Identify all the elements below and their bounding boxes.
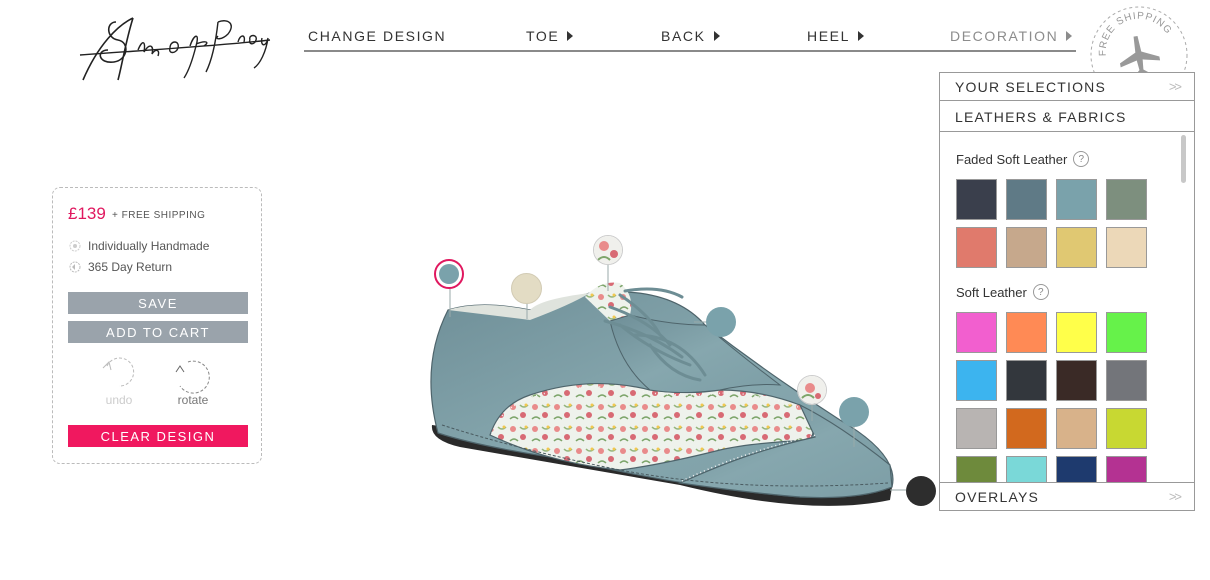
color-swatch[interactable] [1056,312,1097,353]
double-chevron-right-icon: >> [1168,489,1182,504]
help-icon[interactable]: ? [1032,284,1049,300]
logo-script [79,17,271,81]
arrow-right-icon [567,31,574,41]
color-swatch[interactable] [956,456,997,483]
hotspot-tongue[interactable] [593,235,623,265]
help-icon[interactable]: ? [1073,151,1090,167]
clear-design-button[interactable]: CLEAR DESIGN [68,425,248,447]
color-swatch[interactable] [1006,312,1047,353]
leathers-fabrics-header[interactable]: LEATHERS & FABRICS [940,102,1194,132]
overlays-header[interactable]: OVERLAYS >> [940,482,1194,510]
product-summary-box: £139 + FREE SHIPPING Individually Handma… [52,187,262,464]
color-swatch[interactable] [1006,227,1047,268]
options-panel: YOUR SELECTIONS >> LEATHERS & FABRICS Fa… [939,72,1195,511]
nav-back[interactable]: BACK [661,28,720,44]
return-icon [69,261,81,273]
hotspot-lining[interactable] [511,273,542,304]
scrollbar-thumb[interactable] [1181,135,1186,183]
swatch-list[interactable]: Faded Soft Leather ? Soft Leather ? [940,133,1178,483]
color-swatch[interactable] [1056,456,1097,483]
hotspot-sole[interactable] [906,476,936,506]
color-swatch[interactable] [1056,179,1097,220]
color-swatch[interactable] [956,179,997,220]
color-swatch[interactable] [1006,408,1047,449]
rotate-icon [175,360,210,394]
shoe-preview[interactable] [420,225,940,525]
double-chevron-right-icon: >> [1168,79,1182,94]
logo[interactable] [78,10,273,85]
arrow-right-icon [713,31,720,41]
color-swatch[interactable] [1106,179,1147,220]
add-to-cart-button[interactable]: ADD TO CART [68,321,248,343]
save-button[interactable]: SAVE [68,292,248,314]
price: £139 [68,204,106,223]
rotate-button[interactable]: rotate [168,356,218,407]
color-swatch[interactable] [1106,408,1147,449]
hotspot-vamp[interactable] [706,307,736,337]
color-swatch[interactable] [956,227,997,268]
color-swatch[interactable] [1006,179,1047,220]
nav-change-design[interactable]: CHANGE DESIGN [308,28,446,44]
nav-underline [304,50,1076,52]
color-swatch[interactable] [956,312,997,353]
color-swatch[interactable] [956,408,997,449]
arrow-right-icon [1066,31,1073,41]
hotspot-heel-selected[interactable] [434,259,464,289]
color-swatch[interactable] [1106,227,1147,268]
arrow-right-icon [857,31,864,41]
color-swatch[interactable] [1006,456,1047,483]
nav-decoration[interactable]: DECORATION [950,28,1073,44]
color-swatch[interactable] [1056,227,1097,268]
color-swatch[interactable] [1106,312,1147,353]
undo-icon [102,357,135,387]
your-selections-header[interactable]: YOUR SELECTIONS >> [940,73,1194,101]
nav-toe[interactable]: TOE [526,28,574,44]
hotspot-toe[interactable] [839,397,869,427]
nav-heel[interactable]: HEEL [807,28,864,44]
price-note: + FREE SHIPPING [112,210,206,221]
color-swatch[interactable] [1056,408,1097,449]
undo-button[interactable]: undo [94,356,144,407]
design-steps-nav: CHANGE DESIGN TOE BACK HEEL DECORATION [304,28,1074,52]
feature-return: 365 Day Return [69,260,172,274]
group-title-soft-leather: Soft Leather ? [956,284,1049,300]
scrollbar-track[interactable] [1180,133,1186,483]
color-swatch[interactable] [1056,360,1097,401]
color-swatch[interactable] [1006,360,1047,401]
color-swatch[interactable] [1106,456,1147,483]
hotspot-quarter[interactable] [797,375,827,405]
color-swatch[interactable] [956,360,997,401]
color-swatch[interactable] [1106,360,1147,401]
group-title-faded-soft-leather: Faded Soft Leather ? [956,151,1090,167]
handmade-icon [69,240,81,252]
feature-handmade: Individually Handmade [69,239,209,253]
